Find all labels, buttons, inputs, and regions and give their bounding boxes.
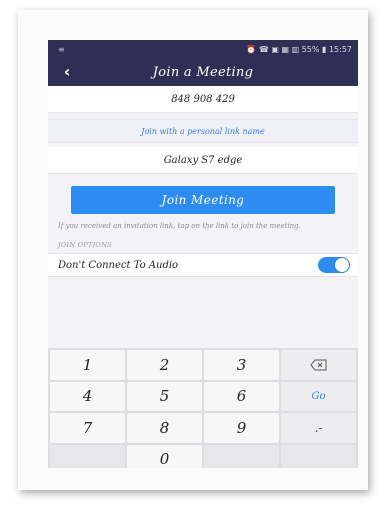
key-8[interactable]: 8 [127, 413, 202, 443]
audio-toggle[interactable] [318, 257, 350, 273]
key-blank-left [50, 444, 125, 468]
key-6[interactable]: 6 [204, 381, 279, 411]
toggle-knob [335, 258, 349, 272]
canvas: ≡ ⏰ ☎ ▣ ▦ ▥ 55% ▮ 15:57 ‹ Join a Meeting… [0, 0, 385, 514]
display-name-value: Galaxy S7 edge [163, 154, 243, 166]
status-indicators: ⏰ ☎ ▣ ▦ ▥ 55% ▮ 15:57 [246, 44, 352, 54]
key-9[interactable]: 9 [204, 413, 279, 443]
status-bar: ≡ ⏰ ☎ ▣ ▦ ▥ 55% ▮ 15:57 [48, 40, 358, 58]
key-7[interactable]: 7 [50, 413, 125, 443]
numeric-keypad: 1 2 3 4 5 6 Go 7 8 9 .- 0 [48, 348, 358, 468]
status-left: ≡ [58, 44, 65, 54]
personal-link-label: Join with a personal link name [141, 126, 265, 136]
join-options-heading: JOIN OPTIONS [58, 241, 112, 249]
page-title: Join a Meeting [152, 64, 254, 80]
key-5[interactable]: 5 [127, 381, 202, 411]
key-3[interactable]: 3 [204, 350, 279, 380]
meeting-id-row [48, 86, 358, 113]
display-name-field[interactable]: Galaxy S7 edge [48, 147, 358, 174]
key-blank-right [281, 444, 356, 468]
chevron-left-icon[interactable]: ‹ [58, 62, 76, 81]
key-1[interactable]: 1 [50, 350, 125, 380]
symbol-key[interactable]: .- [281, 413, 356, 443]
backspace-key[interactable] [281, 350, 356, 380]
join-meeting-label: Join Meeting [161, 193, 245, 207]
key-4[interactable]: 4 [50, 381, 125, 411]
key-0[interactable]: 0 [127, 444, 202, 468]
help-text: If you received an invitation link, tap … [58, 222, 301, 230]
backspace-icon [309, 359, 326, 371]
option-label: Don't Connect To Audio [58, 259, 179, 271]
key-blank-mid [204, 444, 279, 468]
meeting-id-input[interactable] [101, 92, 305, 106]
phone-screen: ≡ ⏰ ☎ ▣ ▦ ▥ 55% ▮ 15:57 ‹ Join a Meeting… [48, 40, 358, 468]
header-bar: ‹ Join a Meeting [48, 58, 358, 86]
key-2[interactable]: 2 [127, 350, 202, 380]
join-meeting-button[interactable]: Join Meeting [71, 186, 335, 214]
personal-link-button[interactable]: Join with a personal link name [48, 119, 358, 143]
option-dont-connect-audio: Don't Connect To Audio [48, 253, 358, 277]
go-key[interactable]: Go [281, 381, 356, 411]
